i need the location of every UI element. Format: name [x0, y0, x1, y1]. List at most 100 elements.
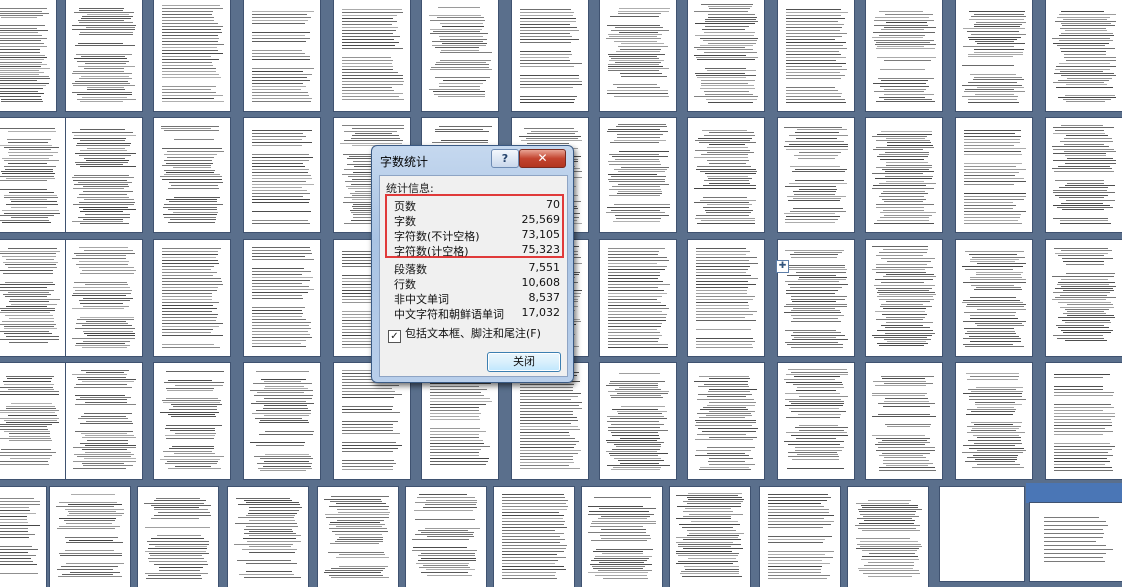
text-line — [1066, 84, 1107, 85]
page-thumbnail[interactable] — [1046, 363, 1122, 479]
text-line — [614, 96, 669, 97]
text-line — [876, 140, 930, 141]
page-thumbnail[interactable] — [866, 118, 942, 232]
page-thumbnail[interactable] — [778, 118, 854, 232]
text-line — [696, 296, 755, 297]
page-thumbnail[interactable] — [66, 0, 142, 111]
text-line — [520, 102, 574, 103]
text-line — [786, 51, 839, 52]
text-line — [1052, 168, 1112, 169]
page-thumbnail[interactable] — [866, 0, 942, 111]
text-line — [252, 334, 310, 335]
text-line — [966, 373, 1019, 374]
page-thumbnail[interactable] — [956, 118, 1032, 232]
text-line — [592, 566, 645, 567]
text-line — [261, 379, 306, 380]
page-thumbnail[interactable] — [0, 118, 66, 232]
page-thumbnail[interactable] — [1046, 240, 1122, 356]
include-textboxes-checkbox-row[interactable]: ✓ 包括文本框、脚注和尾注(F) — [388, 325, 541, 343]
text-line — [252, 145, 302, 146]
page-thumbnail[interactable] — [848, 487, 928, 587]
page-thumbnail[interactable] — [688, 0, 764, 111]
text-line — [162, 323, 223, 324]
text-line — [520, 81, 582, 82]
page-thumbnail[interactable] — [0, 363, 66, 479]
text-line — [701, 154, 748, 155]
text-line — [342, 42, 399, 43]
page-thumbnail[interactable] — [778, 240, 854, 356]
page-thumbnail[interactable] — [866, 363, 942, 479]
text-line — [162, 71, 216, 72]
page-thumbnail[interactable] — [244, 0, 320, 111]
page-thumbnail[interactable] — [956, 363, 1032, 479]
page-thumbnail[interactable] — [154, 118, 230, 232]
page-thumbnail[interactable] — [512, 0, 588, 111]
page-thumbnail[interactable] — [1030, 503, 1122, 581]
page-thumbnail[interactable] — [760, 487, 840, 587]
close-dialog-button[interactable]: 关闭 — [487, 352, 561, 372]
text-line — [696, 341, 755, 342]
text-line — [608, 302, 661, 303]
page-thumbnail[interactable] — [154, 240, 230, 356]
page-thumbnail[interactable] — [0, 0, 56, 111]
text-line — [9, 149, 51, 150]
page-thumbnail[interactable] — [600, 118, 676, 232]
page-thumbnail[interactable] — [600, 0, 676, 111]
page-thumbnail[interactable] — [778, 0, 854, 111]
text-line — [873, 32, 935, 33]
page-thumbnail[interactable] — [244, 118, 320, 232]
page-thumbnail[interactable] — [778, 363, 854, 479]
page-thumbnail[interactable] — [582, 487, 662, 587]
page-thumbnail[interactable] — [956, 0, 1032, 111]
page-thumbnail[interactable] — [154, 363, 230, 479]
text-line — [86, 421, 132, 422]
page-thumbnail[interactable] — [688, 363, 764, 479]
text-line — [421, 532, 474, 533]
page-thumbnail[interactable] — [138, 487, 218, 587]
page-thumbnail[interactable] — [244, 363, 320, 479]
text-line — [1044, 517, 1099, 518]
text-line — [1054, 407, 1114, 408]
page-thumbnail[interactable] — [318, 487, 398, 587]
text-line — [588, 572, 648, 573]
page-thumbnail[interactable] — [0, 487, 46, 587]
page-thumbnail[interactable] — [334, 0, 410, 111]
dialog-titlebar[interactable]: 字数统计 ? ✕ — [372, 146, 573, 174]
include-textboxes-checkbox[interactable]: ✓ — [388, 330, 401, 343]
page-thumbnail[interactable] — [600, 240, 676, 356]
text-line — [967, 432, 1025, 433]
page-thumbnail[interactable] — [66, 240, 142, 356]
page-thumbnail[interactable] — [244, 240, 320, 356]
page-thumbnail[interactable] — [670, 487, 750, 587]
text-line — [144, 503, 204, 504]
page-thumbnail[interactable] — [228, 487, 308, 587]
text-line — [608, 161, 660, 162]
page-thumbnail[interactable] — [866, 240, 942, 356]
text-line — [72, 83, 130, 84]
page-thumbnail[interactable] — [0, 240, 66, 356]
page-thumbnail[interactable] — [956, 240, 1032, 356]
text-line — [80, 166, 136, 167]
page-thumbnail[interactable] — [66, 118, 142, 232]
text-line — [880, 212, 936, 213]
page-thumbnail[interactable] — [66, 363, 142, 479]
page-thumbnail[interactable] — [50, 487, 130, 587]
page-thumbnail[interactable] — [1046, 0, 1122, 111]
text-line — [162, 314, 218, 315]
page-thumbnail[interactable] — [600, 363, 676, 479]
close-icon[interactable]: ✕ — [519, 149, 566, 168]
page-thumbnail[interactable] — [1046, 118, 1122, 232]
help-button[interactable]: ? — [491, 149, 519, 168]
page-thumbnail[interactable] — [422, 0, 498, 111]
page-thumbnail[interactable] — [154, 0, 230, 111]
text-line — [696, 293, 747, 294]
text-line — [169, 182, 223, 183]
include-textboxes-label[interactable]: 包括文本框、脚注和尾注(F) — [405, 327, 541, 340]
page-thumbnail[interactable] — [940, 487, 1024, 581]
page-thumbnail[interactable] — [688, 240, 764, 356]
page-thumbnail[interactable] — [406, 487, 486, 587]
page-thumbnail[interactable] — [688, 118, 764, 232]
move-cross-icon[interactable]: ✚ — [776, 260, 789, 273]
page-thumbnail[interactable] — [494, 487, 574, 587]
text-line — [73, 138, 126, 139]
